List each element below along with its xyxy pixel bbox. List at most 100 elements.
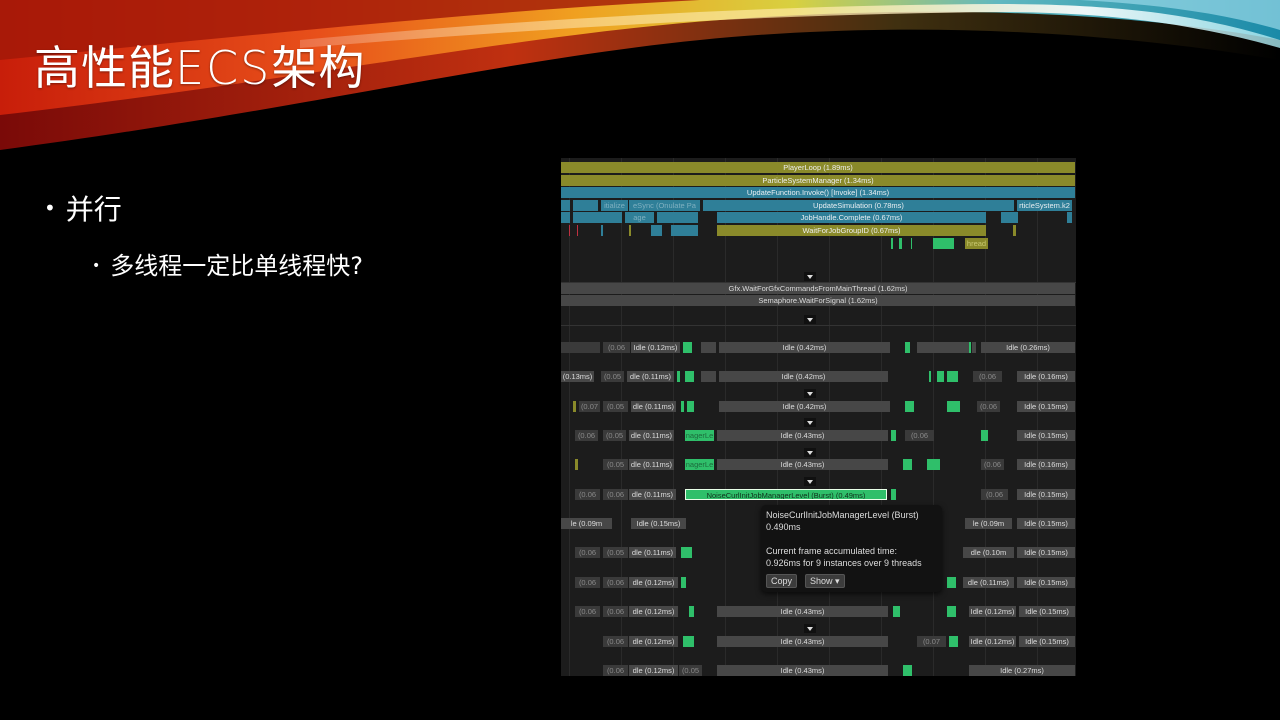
worker-idle-bar[interactable]: dle (0.11ms) (629, 547, 677, 558)
worker-idle-bar[interactable]: Idle (0.43ms) (717, 636, 889, 647)
small-marker[interactable] (601, 225, 604, 236)
worker-idle-bar[interactable]: dle (0.11ms) (629, 459, 675, 470)
worker-idle-bar[interactable]: (0.06 (905, 430, 935, 441)
job-bar[interactable] (681, 577, 687, 588)
job-bar[interactable] (677, 371, 681, 382)
job-bar[interactable] (685, 371, 695, 382)
worker-idle-bar[interactable]: (0.05 (603, 430, 627, 441)
particle-manager-bar[interactable]: ParticleSystemManager (1.34ms) (561, 175, 1076, 186)
initialize-label-bar[interactable]: itialize (601, 200, 629, 211)
worker-idle-bar[interactable]: Idle (0.16ms) (1017, 371, 1076, 382)
worker-idle-bar[interactable]: Idle (0.43ms) (717, 606, 889, 617)
job-bar[interactable] (683, 636, 695, 647)
small-marker[interactable] (569, 225, 571, 236)
worker-idle-bar[interactable]: Idle (0.15ms) (1017, 430, 1076, 441)
job-bar[interactable] (927, 459, 941, 470)
expand-arrow-icon[interactable] (804, 418, 816, 427)
job-bar[interactable] (903, 459, 913, 470)
worker-idle-bar[interactable]: Idle (0.16ms) (1017, 459, 1076, 470)
small-marker[interactable] (561, 200, 571, 211)
job-bar[interactable] (981, 430, 989, 441)
small-marker[interactable] (1013, 225, 1017, 236)
worker-idle-bar[interactable] (701, 371, 717, 382)
job-bar[interactable] (947, 577, 957, 588)
worker-idle-bar[interactable]: (0.06 (603, 489, 629, 500)
job-bar[interactable] (891, 430, 897, 441)
worker-idle-bar[interactable]: Idle (0.43ms) (717, 430, 889, 441)
worker-idle-bar[interactable]: Idle (0.12ms) (969, 606, 1017, 617)
worker-idle-bar[interactable]: Idle (0.12ms) (969, 636, 1017, 647)
worker-idle-bar[interactable]: (0.06 (575, 606, 601, 617)
job-bar[interactable] (947, 371, 959, 382)
worker-idle-bar[interactable] (701, 342, 717, 353)
expand-arrow-icon[interactable] (804, 272, 816, 281)
small-marker[interactable] (1001, 212, 1019, 223)
small-marker[interactable] (573, 212, 623, 223)
worker-idle-bar[interactable]: dle (0.12ms) (629, 577, 679, 588)
expand-arrow-icon[interactable] (804, 624, 816, 633)
job-bar[interactable] (949, 636, 959, 647)
semaphore-bar[interactable]: Semaphore.WaitForSignal (1.62ms) (561, 295, 1076, 306)
profiler-timeline[interactable]: PlayerLoop (1.89ms) ParticleSystemManage… (561, 158, 1076, 676)
worker-idle-bar[interactable]: dle (0.11ms) (963, 577, 1015, 588)
job-bar[interactable]: nagerLe (685, 430, 715, 441)
worker-idle-bar[interactable]: Idle (0.15ms) (1017, 547, 1076, 558)
worker-idle-bar[interactable]: Idle (0.15ms) (1017, 518, 1076, 529)
job-bar[interactable] (893, 606, 901, 617)
worker-idle-bar[interactable] (917, 342, 977, 353)
worker-idle-bar[interactable]: Idle (0.15ms) (631, 518, 687, 529)
noise-curl-job-bar[interactable]: NoiseCurlInitJobManagerLevel (Burst) (0.… (685, 489, 887, 500)
small-marker[interactable] (629, 225, 632, 236)
job-bar[interactable] (681, 401, 685, 412)
small-marker[interactable] (577, 225, 579, 236)
update-function-bar[interactable]: UpdateFunction.Invoke() [Invoke] (1.34ms… (561, 187, 1076, 198)
worker-idle-bar[interactable]: dle (0.12ms) (629, 665, 679, 676)
worker-idle-bar[interactable]: (0.07 (917, 636, 947, 647)
expand-arrow-icon[interactable] (804, 448, 816, 457)
worker-idle-bar[interactable]: Idle (0.43ms) (717, 459, 889, 470)
initialize-bar[interactable] (573, 200, 599, 211)
worker-idle-bar[interactable]: Idle (0.15ms) (1017, 401, 1076, 412)
job-bar[interactable] (573, 401, 577, 412)
small-marker[interactable] (657, 212, 699, 223)
worker-idle-bar[interactable]: dle (0.12ms) (629, 606, 679, 617)
worker-idle-bar[interactable]: (0.13ms) (561, 371, 595, 382)
worker-idle-bar[interactable]: dle (0.11ms) (629, 430, 675, 441)
show-dropdown[interactable]: Show ▾ (805, 574, 845, 588)
job-bar[interactable] (681, 547, 693, 558)
worker-idle-bar[interactable]: (0.05 (679, 665, 703, 676)
small-marker[interactable] (933, 238, 955, 249)
expand-arrow-icon[interactable] (804, 315, 816, 324)
job-bar[interactable] (683, 342, 693, 353)
job-bar[interactable] (947, 606, 957, 617)
worker-idle-bar[interactable]: (0.06 (973, 371, 1003, 382)
worker-idle-bar[interactable]: (0.06 (981, 459, 1005, 470)
worker-idle-bar[interactable]: Idle (0.43ms) (717, 665, 889, 676)
worker-idle-bar[interactable]: (0.06 (603, 665, 629, 676)
small-marker[interactable] (651, 225, 663, 236)
job-bar[interactable] (905, 401, 915, 412)
worker-idle-bar[interactable]: (0.06 (977, 401, 1001, 412)
worker-idle-bar[interactable]: Idle (0.26ms) (981, 342, 1076, 353)
worker-idle-bar[interactable]: (0.06 (575, 430, 599, 441)
worker-idle-bar[interactable]: (0.06 (603, 606, 629, 617)
worker-idle-bar[interactable]: le (0.09m (965, 518, 1013, 529)
small-marker[interactable] (671, 225, 699, 236)
worker-idle-bar[interactable]: (0.05 (603, 547, 629, 558)
small-marker[interactable] (1067, 212, 1073, 223)
worker-idle-bar[interactable]: (0.05 (603, 459, 629, 470)
job-complete-bar[interactable]: JobHandle.Complete (0.67ms) (717, 212, 987, 223)
expand-arrow-icon[interactable] (804, 389, 816, 398)
age-bar[interactable]: age (625, 212, 655, 223)
particle-system-bar[interactable]: rticleSystem.k2 (1017, 200, 1073, 211)
small-marker[interactable] (911, 238, 913, 249)
worker-idle-bar[interactable]: Idle (0.42ms) (719, 371, 889, 382)
job-bar[interactable] (689, 606, 695, 617)
worker-idle-bar[interactable]: (0.05 (603, 401, 629, 412)
small-marker[interactable] (891, 238, 894, 249)
job-bar[interactable] (891, 489, 897, 500)
worker-idle-bar[interactable]: Idle (0.27ms) (969, 665, 1076, 676)
worker-idle-bar[interactable]: dle (0.10m (963, 547, 1015, 558)
worker-idle-bar[interactable]: (0.06 (603, 636, 629, 647)
job-bar[interactable]: nagerLe (685, 459, 715, 470)
